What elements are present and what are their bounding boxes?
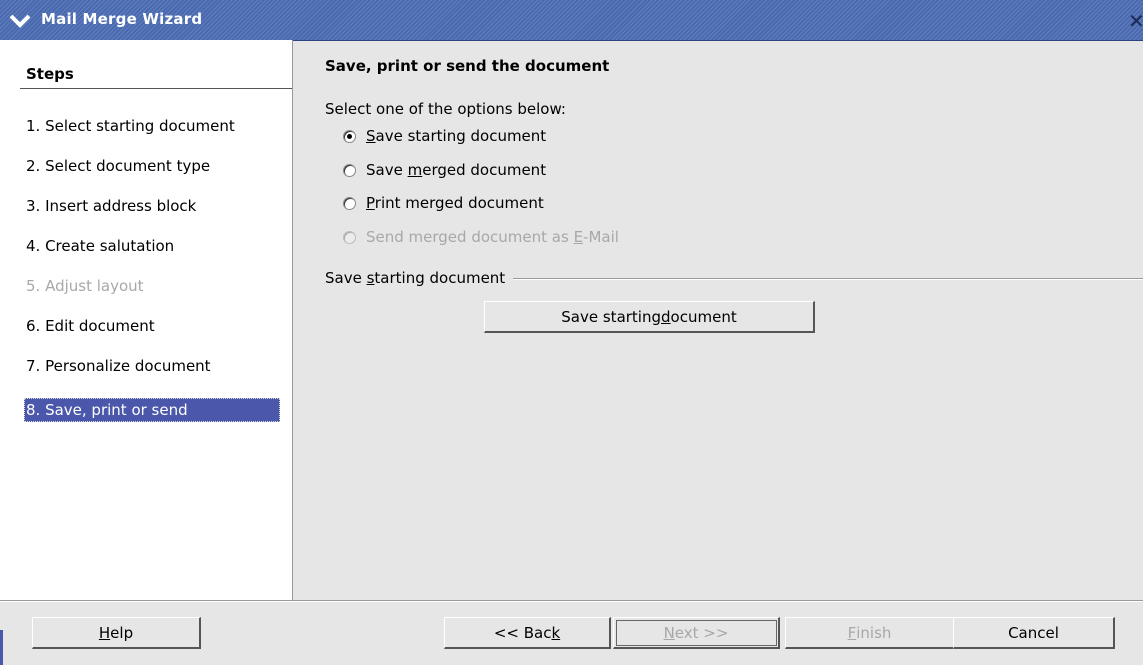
help-button[interactable]: Help — [32, 617, 201, 649]
close-icon[interactable]: ✕ — [1128, 11, 1143, 31]
steps-sidebar: Steps 1. Select starting document 2. Sel… — [0, 40, 293, 600]
chevron-down-icon[interactable] — [6, 11, 34, 31]
steps-divider — [20, 88, 292, 89]
step-7-personalize-document[interactable]: 7. Personalize document — [24, 354, 280, 378]
option-label: Print merged document — [366, 194, 544, 212]
radio-print-merged-document[interactable]: Print merged document — [343, 192, 544, 214]
option-label: Save starting document — [366, 127, 547, 145]
save-starting-document-button[interactable]: Save starting d ocument — [484, 301, 815, 333]
options-prompt: Select one of the options below: — [325, 100, 566, 118]
step-3-insert-address-block[interactable]: 3. Insert address block — [24, 194, 280, 218]
page-title: Save, print or send the document — [325, 57, 610, 75]
main-panel: Save, print or send the document Select … — [293, 40, 1143, 600]
step-4-create-salutation[interactable]: 4. Create salutation — [24, 234, 280, 258]
step-8-save-print-send[interactable]: 8. Save, print or send — [24, 398, 280, 422]
option-label: Save merged document — [366, 161, 547, 179]
footer-divider-highlight — [0, 601, 1143, 602]
title-bar[interactable]: Mail Merge Wizard ✕ — [0, 0, 1143, 41]
radio-unchecked-icon[interactable] — [343, 196, 356, 210]
step-2-select-document-type[interactable]: 2. Select document type — [24, 154, 280, 178]
option-label: Send merged document as E-Mail — [366, 228, 619, 246]
next-button: Next >> — [613, 617, 780, 649]
radio-checked-icon[interactable] — [343, 129, 356, 143]
back-button[interactable]: << Bac k — [444, 617, 611, 649]
step-5-adjust-layout: 5. Adjust layout — [26, 277, 144, 295]
group-label: Save starting document — [325, 269, 514, 287]
steps-title: Steps — [26, 65, 74, 83]
radio-unchecked-icon — [343, 230, 356, 244]
radio-save-starting-document[interactable]: Save starting document — [343, 125, 546, 147]
radio-send-merged-email: Send merged document as E-Mail — [343, 226, 619, 248]
window-title: Mail Merge Wizard — [41, 10, 203, 28]
step-1-select-starting-document[interactable]: 1. Select starting document — [24, 114, 280, 138]
finish-button: Finish — [785, 617, 955, 649]
step-6-edit-document[interactable]: 6. Edit document — [24, 314, 280, 338]
cancel-button[interactable]: Cancel — [953, 617, 1115, 649]
window-corner — [0, 630, 3, 665]
radio-save-merged-document[interactable]: Save merged document — [343, 159, 546, 181]
radio-unchecked-icon[interactable] — [343, 163, 356, 177]
